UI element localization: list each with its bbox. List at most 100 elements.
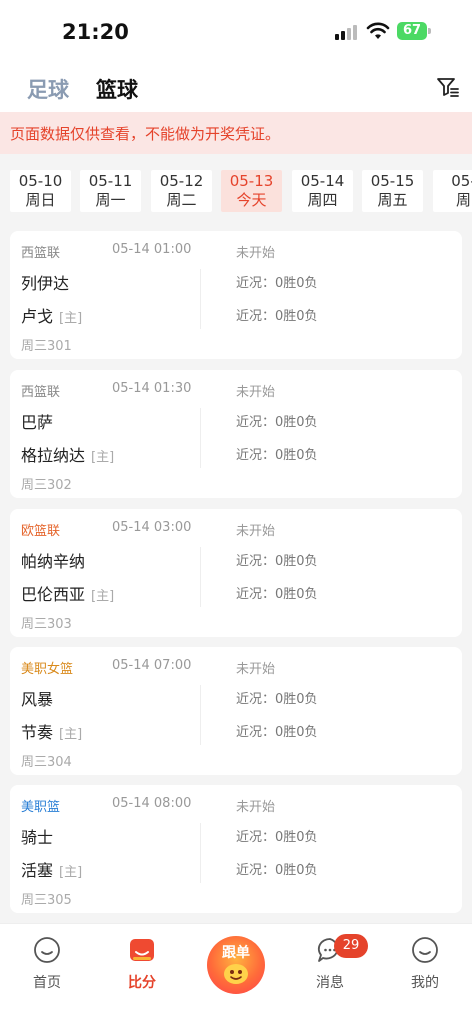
date-item-05-14[interactable]: 05-14 周四: [292, 170, 353, 212]
weekday-label: 周: [455, 191, 471, 209]
match-number: 周三303: [21, 617, 72, 632]
score-icon: [130, 939, 154, 961]
date-item-05-12[interactable]: 05-12 周二: [151, 170, 212, 212]
match-number: 周三302: [21, 478, 72, 493]
status-bar: 21:20 67: [0, 0, 472, 60]
match-card[interactable]: 美职篮 05-14 08:00 未开始 骑士 活塞 [主] 近况：0胜0负 近况：…: [10, 785, 462, 913]
home-icon: [34, 937, 60, 963]
match-number: 周三301: [21, 339, 72, 354]
date-label: 05-11: [88, 172, 133, 190]
date-item-05-15[interactable]: 05-15 周五: [362, 170, 423, 212]
divider: [200, 547, 201, 607]
match-time: 05-14 07:00: [112, 658, 192, 673]
date-label: 05-15: [370, 172, 415, 190]
league-name: 美职女篮: [21, 662, 74, 677]
team-away: 卢戈 [主]: [21, 303, 82, 327]
divider: [200, 269, 201, 329]
record-home: 近况：0胜0负: [236, 415, 318, 430]
weekday-label: 周日: [25, 191, 56, 209]
team-home: 骑士: [21, 824, 53, 848]
record-home: 近况：0胜0负: [236, 830, 318, 845]
battery-icon: 67: [397, 22, 431, 40]
match-time: 05-14 01:30: [112, 381, 192, 396]
record-away: 近况：0胜0负: [236, 863, 318, 878]
team-name: 格拉纳达: [21, 446, 86, 465]
date-label: 05-13: [229, 172, 274, 190]
match-card[interactable]: 美职女篮 05-14 07:00 未开始 风暴 节奏 [主] 近况：0胜0负 近况…: [10, 647, 462, 775]
nav-label: 首页: [33, 975, 61, 991]
weekday-label: 周一: [95, 191, 126, 209]
nav-label: 我的: [411, 975, 439, 991]
record-away: 近况：0胜0负: [236, 725, 318, 740]
match-time: 05-14 03:00: [112, 520, 192, 535]
team-name: 帕纳辛纳: [21, 552, 86, 571]
league-name: 美职篮: [21, 800, 61, 815]
match-status: 未开始: [236, 662, 276, 677]
date-item-05-10[interactable]: 05-10 周日: [10, 170, 71, 212]
team-name: 节奏: [21, 723, 54, 742]
match-status: 未开始: [236, 524, 276, 539]
team-name: 巴伦西亚: [21, 585, 86, 604]
match-card[interactable]: 西篮联 05-14 01:30 未开始 巴萨 格拉纳达 [主] 近况：0胜0负 近…: [10, 370, 462, 498]
date-label: 05-14: [300, 172, 345, 190]
date-label: 05-: [451, 172, 472, 190]
tab-basketball[interactable]: 篮球: [96, 74, 138, 104]
match-time: 05-14 08:00: [112, 796, 192, 811]
date-label: 05-12: [159, 172, 204, 190]
team-name: 骑士: [21, 828, 54, 847]
weekday-label: 周二: [166, 191, 197, 209]
mascot-icon: [224, 964, 248, 984]
match-card[interactable]: 欧篮联 05-14 03:00 未开始 帕纳辛纳 巴伦西亚 [主] 近况：0胜0负…: [10, 509, 462, 637]
team-name: 列伊达: [21, 274, 70, 293]
team-home: 帕纳辛纳: [21, 548, 85, 572]
status-time: 21:20: [62, 20, 129, 44]
team-away: 巴伦西亚 [主]: [21, 581, 114, 605]
record-away: 近况：0胜0负: [236, 309, 318, 324]
profile-icon: [412, 937, 438, 963]
match-time: 05-14 01:00: [112, 242, 192, 257]
host-tag: [主]: [91, 589, 115, 604]
record-away: 近况：0胜0负: [236, 448, 318, 463]
wifi-icon: [366, 22, 390, 39]
nav-score[interactable]: 比分: [102, 924, 182, 1004]
match-status: 未开始: [236, 800, 276, 815]
match-status: 未开始: [236, 385, 276, 400]
league-name: 西篮联: [21, 385, 61, 400]
weekday-label: 周五: [377, 191, 408, 209]
nav-mine[interactable]: 我的: [385, 924, 465, 1004]
team-home: 巴萨: [21, 409, 53, 433]
team-away: 节奏 [主]: [21, 719, 82, 743]
date-item-today[interactable]: 05-13 今天: [221, 170, 282, 212]
date-item-05-11[interactable]: 05-11 周一: [80, 170, 141, 212]
record-away: 近况：0胜0负: [236, 587, 318, 602]
notice-banner: 页面数据仅供查看，不能做为开奖凭证。: [0, 112, 472, 154]
team-home: 风暴: [21, 686, 53, 710]
match-card[interactable]: 西篮联 05-14 01:00 未开始 列伊达 卢戈 [主] 近况：0胜0负 近况…: [10, 231, 462, 359]
team-name: 活塞: [21, 861, 54, 880]
record-home: 近况：0胜0负: [236, 276, 318, 291]
record-home: 近况：0胜0负: [236, 554, 318, 569]
message-badge: 29: [334, 934, 368, 958]
follow-order-label: 跟单: [222, 945, 250, 961]
team-name: 卢戈: [21, 307, 54, 326]
host-tag: [主]: [59, 865, 83, 880]
weekday-label: 周四: [307, 191, 338, 209]
date-item-05-16[interactable]: 05- 周: [433, 170, 472, 212]
team-away: 活塞 [主]: [21, 857, 82, 881]
weekday-label: 今天: [236, 191, 267, 209]
match-status: 未开始: [236, 246, 276, 261]
record-home: 近况：0胜0负: [236, 692, 318, 707]
team-home: 列伊达: [21, 270, 69, 294]
team-name: 风暴: [21, 690, 54, 709]
divider: [200, 685, 201, 745]
nav-home[interactable]: 首页: [7, 924, 87, 1004]
header: 足球 篮球: [0, 60, 472, 112]
tab-football[interactable]: 足球: [27, 74, 69, 104]
team-name: 巴萨: [21, 413, 54, 432]
nav-label: 消息: [316, 975, 344, 991]
notice-text: 页面数据仅供查看，不能做为开奖凭证。: [10, 125, 281, 143]
filter-icon[interactable]: [436, 76, 460, 98]
host-tag: [主]: [91, 450, 115, 465]
divider: [200, 823, 201, 883]
follow-order-button[interactable]: 跟单: [207, 936, 265, 994]
